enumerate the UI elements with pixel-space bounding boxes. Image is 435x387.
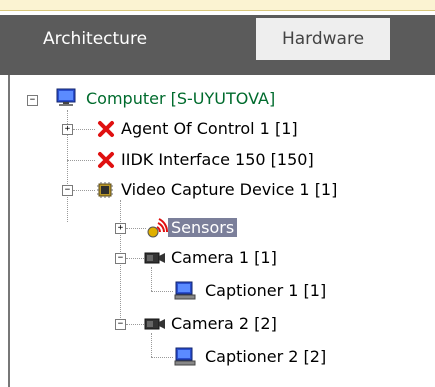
tree-line (67, 160, 95, 161)
tree-line (126, 228, 146, 229)
captioner-icon (174, 281, 196, 300)
tree-item-captioner2[interactable]: Captioner 2 [2] (202, 344, 329, 370)
tree-item-sensors-label: Sensors (168, 218, 238, 237)
camera-icon (144, 318, 165, 330)
error-x-icon (98, 121, 114, 137)
tree-line (151, 291, 173, 292)
expand-toggle-sensors[interactable]: + (115, 223, 126, 234)
tree-item-video-capture-label: Video Capture Device 1 [1] (121, 180, 338, 199)
chip-icon (97, 182, 113, 198)
tree-line (126, 258, 144, 259)
tree-item-agent-label: Agent Of Control 1 [1] (121, 119, 298, 138)
collapse-toggle-video[interactable]: − (62, 185, 73, 196)
tree-item-camera2-label: Camera 2 [2] (171, 314, 277, 333)
tree-item-camera1[interactable]: Camera 1 [1] (168, 245, 280, 271)
tree-item-agent[interactable]: Agent Of Control 1 [1] (118, 116, 301, 142)
expand-toggle-agent[interactable]: + (62, 124, 73, 135)
top-strip-border (0, 10, 435, 11)
tree-line (73, 190, 95, 191)
tab-hardware[interactable]: Hardware (256, 18, 390, 60)
tree-item-captioner1-label: Captioner 1 [1] (205, 281, 327, 300)
error-x-icon (98, 152, 114, 168)
tree-line (73, 129, 95, 130)
captioner-icon (174, 347, 196, 366)
tree-line (151, 333, 152, 357)
tree-item-computer-label: Computer [S-UYUTOVA] (86, 89, 276, 108)
tree-item-camera2[interactable]: Camera 2 [2] (168, 311, 280, 337)
monitor-icon (56, 88, 76, 106)
camera-icon (144, 252, 165, 264)
collapse-toggle-computer[interactable]: − (27, 95, 38, 106)
sensor-icon (147, 218, 168, 238)
tree-item-video-capture[interactable]: Video Capture Device 1 [1] (118, 177, 340, 203)
tree-item-computer[interactable]: Computer [S-UYUTOVA] (83, 86, 278, 112)
tree-line (151, 357, 173, 358)
top-strip (0, 0, 435, 10)
tree-item-iidk[interactable]: IIDK Interface 150 [150] (118, 147, 317, 173)
collapse-toggle-camera2[interactable]: − (115, 319, 126, 330)
tab-architecture[interactable]: Architecture (0, 18, 190, 60)
tree-item-captioner1[interactable]: Captioner 1 [1] (202, 278, 329, 304)
tree-item-camera1-label: Camera 1 [1] (171, 248, 277, 267)
collapse-toggle-camera1[interactable]: − (115, 253, 126, 264)
tree-left-border (8, 75, 10, 387)
tree-item-sensors[interactable]: Sensors (168, 215, 238, 241)
tree-line (151, 267, 152, 291)
tree-item-captioner2-label: Captioner 2 [2] (205, 347, 327, 366)
tree-line (126, 324, 144, 325)
tree-item-iidk-label: IIDK Interface 150 [150] (121, 150, 314, 169)
